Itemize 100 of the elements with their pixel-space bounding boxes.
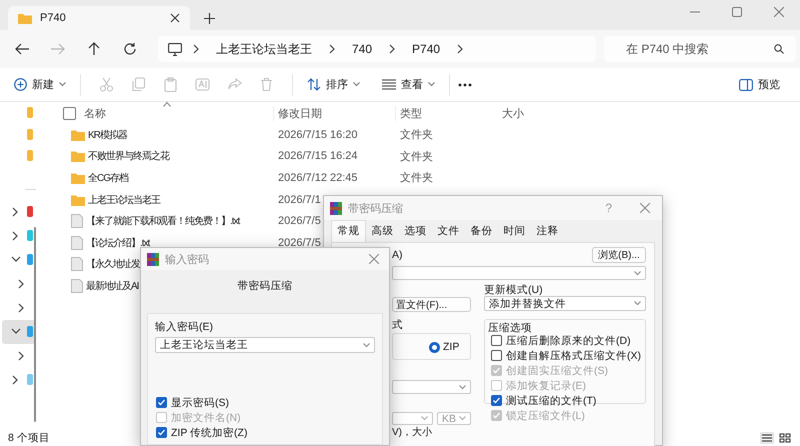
chevron-right-icon[interactable] xyxy=(388,44,396,54)
column-header[interactable]: 修改日期 xyxy=(273,106,400,120)
checkbox-label: 压缩后删除原来的文件(D) xyxy=(506,334,631,348)
checkbox[interactable] xyxy=(491,350,502,361)
group-label: 压缩选项 xyxy=(487,321,533,333)
modified-date: 2026/7/5 xyxy=(278,215,322,228)
radio-button[interactable] xyxy=(429,342,440,352)
forward-arrow-icon[interactable] xyxy=(50,42,66,56)
modified-date: 2026/7/12 22:45 xyxy=(278,172,359,184)
password-combobox[interactable]: 上老王论坛当老王 xyxy=(155,337,375,353)
caret-icon xyxy=(421,416,428,421)
select-all-checkbox[interactable] xyxy=(63,106,76,120)
tab[interactable]: 备份 xyxy=(465,221,498,242)
file-name: KR模拟器 xyxy=(88,128,127,142)
tiles-view-icon[interactable] xyxy=(778,432,792,444)
breadcrumb[interactable]: 740 xyxy=(352,42,372,56)
update-mode-combobox[interactable]: 添加并替换文件 xyxy=(484,296,646,311)
view-button[interactable]: 查看 xyxy=(376,73,441,96)
new-button[interactable]: 新建 xyxy=(8,73,72,96)
file-name: 【来了就能下载和观看！纯免费！】.txt xyxy=(86,214,240,228)
more-icon[interactable] xyxy=(458,82,472,86)
dialog-subtitle: 带密码压缩 xyxy=(238,279,292,293)
tab[interactable]: 时间 xyxy=(498,221,531,242)
checkmark-icon xyxy=(492,366,501,375)
tab[interactable]: 高级 xyxy=(366,221,399,242)
search-icon xyxy=(774,44,784,54)
size-combobox[interactable] xyxy=(392,412,433,425)
checkbox-label: 显示密码(S) xyxy=(171,396,229,410)
column-header[interactable]: 大小 xyxy=(502,106,524,120)
archive-app-icon xyxy=(330,202,342,214)
field-label: V)，大小 xyxy=(392,427,433,439)
group-label: 式 xyxy=(392,318,404,332)
refresh-icon[interactable] xyxy=(122,42,138,56)
file-name: 上老王论坛当老王 xyxy=(88,194,160,207)
checkbox[interactable] xyxy=(156,397,167,408)
nav-item[interactable] xyxy=(2,320,36,344)
file-type: 文件夹 xyxy=(400,170,434,186)
scrollbar[interactable] xyxy=(34,227,36,422)
chevron-right-icon[interactable] xyxy=(456,44,464,54)
field-label: 输入密码(E) xyxy=(155,321,213,333)
checkbox-label: 创建固实压缩文件(S) xyxy=(506,364,608,378)
file-name: 不败世界与终焉之花 xyxy=(88,150,169,164)
tab[interactable]: 文件 xyxy=(432,221,465,242)
column-header[interactable]: 类型 xyxy=(395,106,502,120)
tab[interactable]: 选项 xyxy=(399,221,432,242)
search-field[interactable]: 在 P740 中搜索 xyxy=(604,36,796,62)
checkbox[interactable] xyxy=(491,395,502,406)
checkmark-icon xyxy=(157,398,166,407)
modified-date: 2026/7/15 16:24 xyxy=(278,150,359,162)
file-name: 最新地址及AI xyxy=(86,280,138,293)
breadcrumb[interactable]: P740 xyxy=(412,42,440,56)
up-arrow-icon[interactable] xyxy=(86,42,102,56)
caret-icon xyxy=(363,342,370,348)
field-label: A) xyxy=(392,249,402,261)
maximize-icon[interactable] xyxy=(732,7,742,17)
dialog-title: 输入密码 xyxy=(165,252,210,266)
method-combobox[interactable] xyxy=(392,380,471,394)
caret-icon xyxy=(428,82,435,87)
checkbox-label: 创建自解压格式压缩文件(X) xyxy=(506,348,641,362)
back-arrow-icon[interactable] xyxy=(14,42,30,56)
breadcrumb[interactable]: 上老王论坛当老王 xyxy=(216,40,312,58)
chevron-right-icon[interactable] xyxy=(192,44,200,54)
file-type: 文件夹 xyxy=(400,150,434,164)
sort-caret-icon xyxy=(163,102,171,107)
checkmark-icon xyxy=(157,428,166,437)
profiles-button[interactable]: 置文件(F)... xyxy=(392,297,471,312)
close-icon[interactable] xyxy=(170,13,180,23)
caret-icon xyxy=(59,82,66,87)
document-icon xyxy=(71,278,83,293)
tab-title: P740 xyxy=(40,12,67,24)
file-name: 全CG存档 xyxy=(88,172,128,185)
details-view-icon[interactable] xyxy=(760,432,774,444)
checkbox[interactable] xyxy=(156,427,167,438)
caret-icon xyxy=(634,270,641,276)
caret-icon xyxy=(353,82,360,87)
sort-button[interactable]: 排序 xyxy=(301,73,366,96)
checkbox[interactable] xyxy=(491,335,502,346)
plus-circle-icon xyxy=(14,78,27,91)
caret-icon xyxy=(459,384,466,390)
chevron-right-icon[interactable] xyxy=(328,44,336,54)
address-bar[interactable]: 上老王论坛当老王 740 P740 xyxy=(158,36,596,62)
tab[interactable]: 常规 xyxy=(331,220,366,242)
field-label: 更新模式(U) xyxy=(484,283,544,296)
file-name: 【永久地址发 xyxy=(86,258,140,272)
browse-button[interactable]: 浏览(B)... xyxy=(592,247,646,263)
preview-button[interactable]: 预览 xyxy=(733,73,786,96)
dialog-title: 带密码压缩 xyxy=(348,202,404,216)
checkbox-label: ZIP 传统加密(Z) xyxy=(171,426,248,440)
tab[interactable]: 注释 xyxy=(531,221,564,242)
new-tab-icon[interactable] xyxy=(204,13,215,24)
checkbox-label: 锁定压缩文件(L) xyxy=(506,408,585,422)
browser-tab[interactable]: P740 xyxy=(8,6,190,30)
lines-icon xyxy=(382,79,396,90)
modified-date: 2026/7/15 16:20 xyxy=(278,128,359,141)
modified-date: 2026/7/5 xyxy=(278,236,322,249)
document-icon xyxy=(71,257,83,272)
item-count: 8 个项目 xyxy=(8,431,50,445)
checkbox-label: 添加恢复记录(E) xyxy=(506,378,586,392)
caret-icon xyxy=(459,416,466,421)
file-name: 【论坛介绍】.txt xyxy=(86,236,150,250)
